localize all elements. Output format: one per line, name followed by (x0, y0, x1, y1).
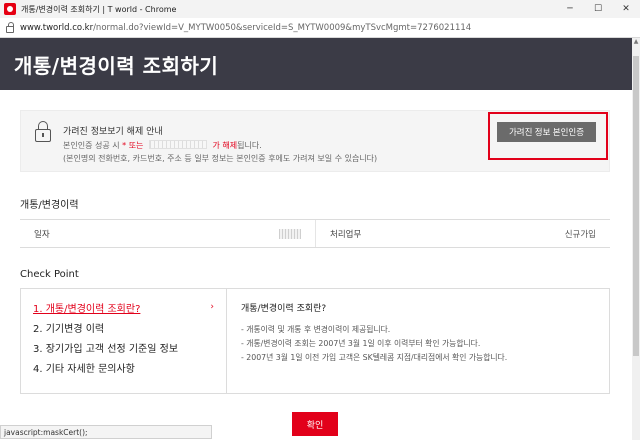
work-value: 신규가입 (564, 229, 596, 240)
confirm-button[interactable]: 확인 (292, 412, 338, 436)
window-titlebar: 개통/변경이력 조회하기 | T world - Chrome ─ ☐ ✕ (0, 0, 640, 18)
scroll-thumb[interactable] (633, 56, 639, 356)
notice-title: 가려진 정보보기 해제 안내 (63, 127, 163, 137)
masked-date-value (279, 228, 301, 239)
checkpoint-panel: 1. 개통/변경이력 조회란? › 2. 기기변경 이력 3. 장기가입 고객 … (20, 288, 610, 394)
notice-note: (본인명의 전화번호, 카드번호, 주소 등 일부 정보는 본인인증 후에도 가… (63, 154, 378, 163)
history-table: 일자 처리업무 신규가입 (20, 219, 610, 248)
checkpoint-detail: 개통/변경이력 조회란? - 개통이력 및 개통 후 변경이력이 제공됩니다. … (227, 289, 609, 393)
checkpoint-list: 1. 개통/변경이력 조회란? › 2. 기기변경 이력 3. 장기가입 고객 … (21, 289, 227, 393)
minimize-button[interactable]: ─ (556, 0, 584, 18)
asterisk-text: * 또는 (122, 141, 144, 150)
status-bar: javascript:maskCert(); (0, 425, 212, 439)
address-bar[interactable]: www.tworld.co.kr/normal.do?viewId=V_MYTW… (0, 18, 640, 38)
detail-title: 개통/변경이력 조회란? (241, 304, 327, 314)
checkpoint-item-3[interactable]: 3. 장기가입 고객 선정 기준일 정보 (21, 337, 226, 357)
masked-placeholder (148, 140, 207, 149)
window-title: 개통/변경이력 조회하기 | T world - Chrome (21, 4, 177, 14)
lock-icon (35, 121, 51, 142)
close-button[interactable]: ✕ (612, 0, 640, 18)
identity-verify-button[interactable]: 가려진 정보 본인인증 (497, 122, 596, 142)
release-text: 가 해제 (212, 141, 238, 150)
chevron-right-icon: › (210, 302, 214, 312)
window-controls: ─ ☐ ✕ (556, 0, 640, 18)
checkpoint-item-1[interactable]: 1. 개통/변경이력 조회란? › (21, 297, 226, 317)
history-date-cell: 일자 (20, 220, 315, 247)
detail-bullet: - 개통/변경이력 조회는 2007년 3월 1일 이후 이력부터 확인 가능합… (241, 339, 481, 348)
notice-description: 본인인증 성공 시 * 또는 가 해제됩니다. (63, 140, 262, 150)
url-text[interactable]: www.tworld.co.kr/normal.do?viewId=V_MYTW… (20, 23, 471, 33)
checkpoint-item-4[interactable]: 4. 기타 자세한 문의사항 (21, 357, 226, 377)
detail-bullet: - 개통이력 및 개통 후 변경이력이 제공됩니다. (241, 325, 391, 334)
checkpoint-item-2[interactable]: 2. 기기변경 이력 (21, 317, 226, 337)
masked-info-notice: 가려진 정보보기 해제 안내 본인인증 성공 시 * 또는 가 해제됩니다. (… (20, 110, 610, 172)
date-label: 일자 (34, 229, 50, 240)
vertical-scrollbar[interactable]: ▲ (632, 38, 640, 440)
page-title: 개통/변경이력 조회하기 (14, 53, 219, 78)
work-label: 처리업무 (330, 229, 362, 240)
detail-bullet: - 2007년 3월 1일 이전 가입 고객은 SK텔레콤 지점/대리점에서 확… (241, 353, 508, 362)
secure-lock-icon (6, 21, 14, 33)
scroll-up-arrow-icon[interactable]: ▲ (632, 38, 640, 48)
tworld-logo-icon (4, 3, 16, 15)
maximize-button[interactable]: ☐ (584, 0, 612, 18)
history-work-cell: 처리업무 신규가입 (315, 220, 610, 247)
history-section-title: 개통/변경이력 (20, 200, 79, 211)
checkpoint-section-title: Check Point (20, 269, 79, 280)
page-header: 개통/변경이력 조회하기 (0, 38, 632, 90)
